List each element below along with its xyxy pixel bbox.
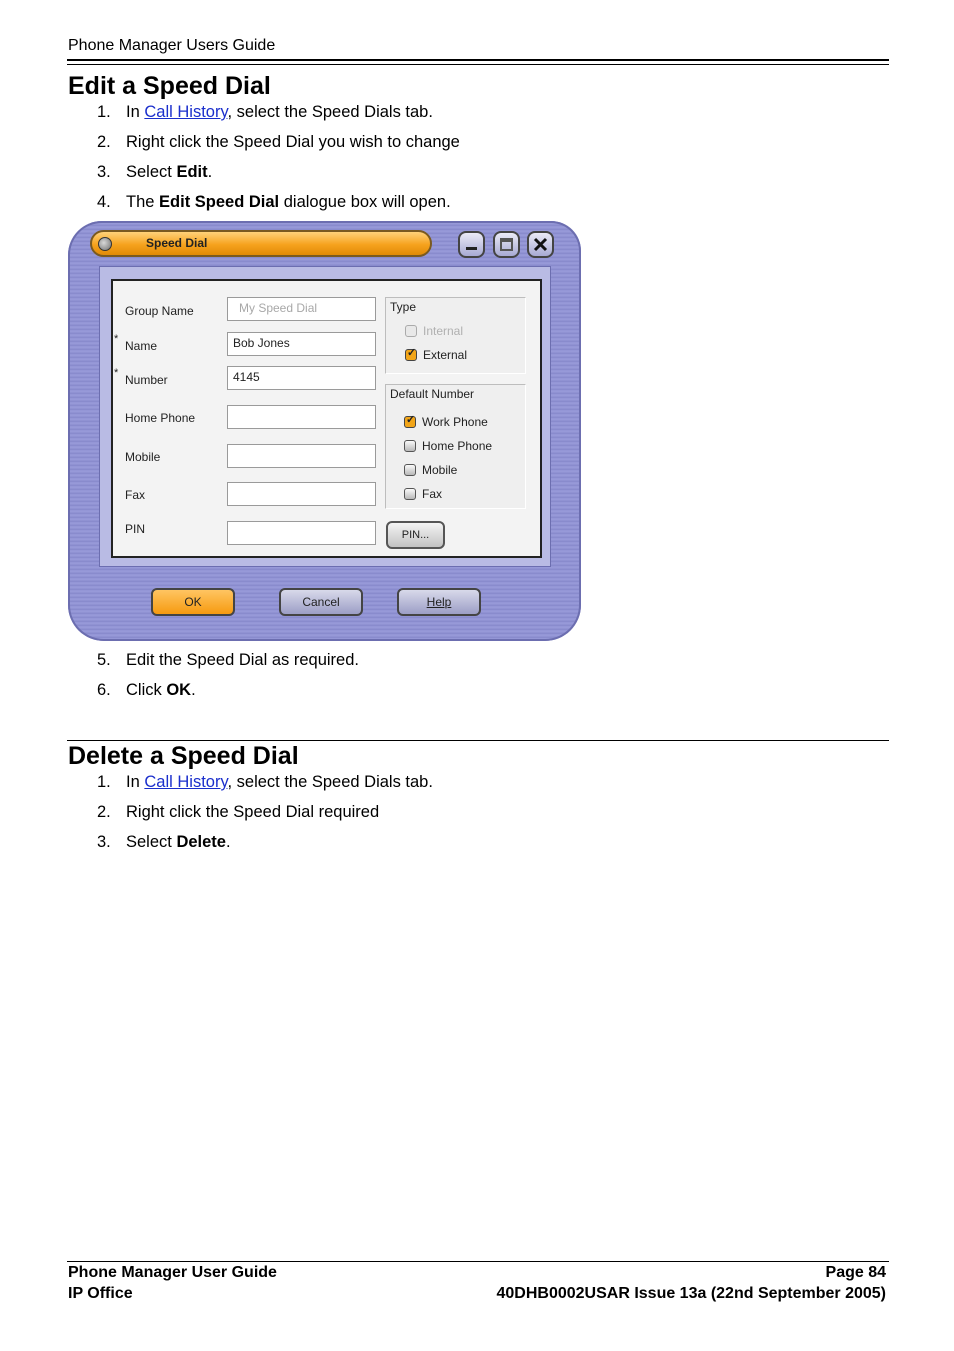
step-text-post: . — [225, 833, 231, 851]
fax-option-label: Fax — [422, 487, 443, 501]
step-text-post: , select the Speed Dials tab. — [227, 773, 433, 791]
group-name-field: My Speed Dial — [227, 297, 376, 321]
step-text: Select Edit. — [126, 163, 212, 182]
home-phone-checkbox[interactable] — [404, 440, 416, 452]
dialog-title: Speed Dial — [146, 236, 208, 250]
name-field[interactable]: Bob Jones — [227, 332, 376, 356]
window-menu-icon[interactable] — [98, 237, 112, 251]
section-heading-delete: Delete a Speed Dial — [68, 742, 299, 770]
header-rule — [67, 59, 889, 61]
footer-page-number: Page 84 — [825, 1264, 886, 1281]
internal-checkbox — [405, 325, 417, 337]
name-label: Name — [125, 339, 158, 353]
step-text: Right click the Speed Dial required — [126, 803, 380, 821]
step-number: 2. — [97, 133, 111, 151]
minimize-icon — [466, 247, 477, 250]
number-field[interactable]: 4145 — [227, 366, 376, 390]
pin-button[interactable]: PIN... — [386, 521, 445, 549]
call-history-link[interactable]: Call History — [144, 773, 227, 791]
step-text: Select Delete. — [126, 833, 231, 852]
ok-button[interactable]: OK — [151, 588, 235, 616]
step-text-pre: Select — [126, 833, 177, 851]
step-text-post: . — [207, 163, 213, 181]
maximize-icon — [500, 238, 513, 251]
close-button[interactable] — [527, 231, 554, 258]
step-number: 5. — [97, 651, 111, 669]
step-text: The Edit Speed Dial dialogue box will op… — [126, 193, 451, 212]
mobile-option-label: Mobile — [422, 463, 458, 477]
external-label: External — [423, 348, 468, 362]
required-marker: * — [114, 367, 119, 379]
default-number-group-label: Default Number — [390, 387, 475, 401]
type-group: Type Internal ✓ External — [385, 297, 526, 374]
close-icon — [533, 237, 548, 252]
home-phone-label: Home Phone — [125, 411, 196, 425]
step-text-post: dialogue box will open. — [279, 193, 451, 211]
step-text-pre: The — [126, 193, 160, 211]
required-marker: * — [114, 333, 119, 345]
mobile-field[interactable] — [227, 444, 376, 468]
step-number: 1. — [97, 773, 111, 791]
mobile-checkbox[interactable] — [404, 464, 416, 476]
header-rule-thin — [67, 64, 889, 65]
dialog-titlebar[interactable]: Speed Dial — [90, 230, 432, 257]
footer-rule — [67, 1261, 889, 1262]
step-text: Edit the Speed Dial as required. — [126, 651, 359, 669]
number-label: Number — [125, 373, 168, 387]
step-number: 3. — [97, 833, 111, 851]
footer-guide-title: Phone Manager User Guide — [68, 1264, 277, 1281]
step-text-pre: Click — [126, 681, 167, 699]
step-number: 1. — [97, 103, 111, 121]
step-text: In Call History, select the Speed Dials … — [126, 103, 433, 122]
dialog-content-panel: Group Name My Speed Dial * Name Bob Jone… — [111, 279, 542, 558]
speed-dial-dialog: Speed Dial Group Name My Speed Dial * Na… — [68, 221, 581, 641]
maximize-button[interactable] — [493, 231, 520, 258]
step-text-bold: Edit — [176, 163, 208, 181]
fax-checkbox[interactable] — [404, 488, 416, 500]
home-phone-field[interactable] — [227, 405, 376, 429]
step-number: 4. — [97, 193, 111, 211]
step-text-pre: In — [126, 103, 145, 121]
step-text: Click OK. — [126, 681, 196, 700]
step-text: Right click the Speed Dial you wish to c… — [126, 133, 460, 151]
section-heading-edit: Edit a Speed Dial — [68, 72, 271, 100]
step-number: 2. — [97, 803, 111, 821]
work-phone-checkbox[interactable]: ✓ — [404, 414, 416, 428]
step-number: 6. — [97, 681, 111, 699]
step-text: In Call History, select the Speed Dials … — [126, 773, 433, 792]
external-checkbox[interactable]: ✓ — [405, 347, 417, 361]
footer-document-id: 40DHB0002USAR Issue 13a (22nd September … — [496, 1285, 886, 1302]
check-icon: ✓ — [407, 347, 417, 359]
type-group-label: Type — [390, 300, 417, 314]
step-text-bold: Delete — [176, 833, 226, 851]
running-header: Phone Manager Users Guide — [68, 37, 276, 54]
step-text-post: , select the Speed Dials tab. — [227, 103, 433, 121]
footer-product: IP Office — [68, 1285, 133, 1302]
group-name-label: Group Name — [125, 304, 194, 318]
work-phone-label: Work Phone — [422, 415, 488, 429]
step-text-post: . — [191, 681, 196, 699]
default-number-group: Default Number ✓ Work Phone Home Phone M… — [385, 384, 526, 509]
step-text-pre: Select — [126, 163, 177, 181]
pin-field[interactable] — [227, 521, 376, 545]
step-text-bold: Edit Speed Dial — [159, 193, 280, 211]
help-button[interactable]: Help — [397, 588, 481, 616]
fax-field[interactable] — [227, 482, 376, 506]
mobile-label: Mobile — [125, 450, 161, 464]
section-rule — [67, 740, 889, 741]
home-phone-option-label: Home Phone — [422, 439, 493, 453]
step-text-bold: OK — [166, 681, 192, 699]
cancel-button[interactable]: Cancel — [279, 588, 363, 616]
fax-label: Fax — [125, 488, 146, 502]
internal-label: Internal — [423, 324, 464, 338]
step-text-pre: In — [126, 773, 145, 791]
pin-label: PIN — [125, 522, 146, 536]
check-icon: ✓ — [406, 414, 416, 426]
minimize-button[interactable] — [458, 231, 485, 258]
call-history-link[interactable]: Call History — [144, 103, 227, 121]
step-number: 3. — [97, 163, 111, 181]
